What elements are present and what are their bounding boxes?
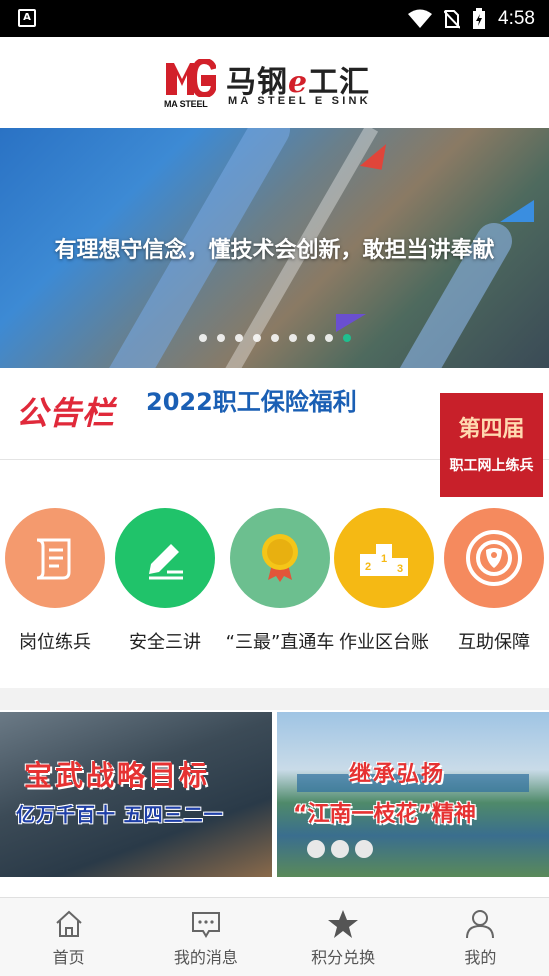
tab-messages[interactable]: 我的消息 bbox=[137, 898, 274, 976]
grid-item-label: 安全三讲 bbox=[129, 632, 201, 653]
carousel-dot[interactable] bbox=[342, 334, 351, 342]
carousel-indicator[interactable] bbox=[0, 334, 549, 342]
shield-icon bbox=[444, 508, 544, 608]
feature-grid: 岗位练兵 安全三讲 “三最”直通车 213 作业区台账 互助保障 bbox=[0, 500, 549, 670]
tab-label: 积分兑换 bbox=[311, 948, 376, 967]
grid-item-work-ledger[interactable]: 213 作业区台账 bbox=[324, 500, 444, 654]
battery-charging-icon bbox=[473, 7, 486, 29]
carousel-dot[interactable] bbox=[306, 334, 315, 342]
accessibility-notification-icon: A bbox=[18, 9, 36, 27]
logo-mark-text: MA STEEL bbox=[164, 99, 208, 109]
training-contest-badge[interactable]: 第四届 职工网上练兵 bbox=[440, 393, 543, 497]
tab-points-exchange[interactable]: 积分兑换 bbox=[275, 898, 412, 976]
feature-title: 继承弘扬 bbox=[349, 762, 446, 787]
feature-subtitle: “江南一枝花”精神 bbox=[293, 802, 476, 827]
grid-item-label: 岗位练兵 bbox=[19, 632, 91, 653]
app-header: MA STEEL 马钢e工汇 MA STEEL E SINK bbox=[0, 37, 549, 128]
carousel-dot[interactable] bbox=[252, 334, 261, 342]
home-icon bbox=[55, 910, 82, 937]
storage-tank-graphic bbox=[331, 840, 349, 858]
banner-decor-triangle bbox=[336, 314, 366, 332]
grid-item-direct-train[interactable]: “三最”直通车 bbox=[220, 500, 340, 654]
clock: 4:58 bbox=[498, 7, 535, 29]
banner-decor-triangle bbox=[500, 200, 534, 222]
tab-profile[interactable]: 我的 bbox=[412, 898, 549, 976]
status-icons: 4:58 bbox=[408, 0, 535, 37]
notice-board-label: 公告栏 bbox=[16, 394, 116, 432]
tab-label: 我的消息 bbox=[173, 948, 238, 967]
podium-icon: 213 bbox=[334, 508, 434, 608]
grid-item-mutual-aid[interactable]: 互助保障 bbox=[434, 500, 549, 654]
status-bar: A 4:58 bbox=[0, 0, 549, 37]
carousel-dot[interactable] bbox=[288, 334, 297, 342]
mg-logo-icon bbox=[166, 57, 218, 99]
svg-text:1: 1 bbox=[381, 553, 387, 565]
banner-decor-triangle bbox=[359, 140, 387, 170]
banner-carousel[interactable]: 有理想守信念，懂技术会创新，敢担当讲奉献 bbox=[0, 128, 549, 368]
message-icon bbox=[191, 912, 220, 938]
carousel-dot[interactable] bbox=[234, 334, 243, 342]
no-sim-icon bbox=[444, 9, 461, 29]
storage-tank-graphic bbox=[355, 840, 373, 858]
feature-card-jiangnan-spirit[interactable]: 继承弘扬 “江南一枝花”精神 bbox=[277, 712, 549, 877]
carousel-dot[interactable] bbox=[216, 334, 225, 342]
masteel-logo-mark: MA STEEL bbox=[164, 57, 218, 109]
grid-item-label: “三最”直通车 bbox=[225, 632, 335, 653]
feature-subtitle: 亿万千百十 五四三二一 bbox=[16, 804, 224, 826]
feature-title: 宝武战略目标 bbox=[24, 759, 211, 792]
app-logo: MA STEEL 马钢e工汇 MA STEEL E SINK bbox=[164, 57, 384, 109]
section-divider bbox=[0, 688, 549, 710]
grid-item-label: 作业区台账 bbox=[339, 632, 429, 653]
svg-text:3: 3 bbox=[397, 563, 403, 575]
badge-subtitle: 职工网上练兵 bbox=[449, 458, 534, 474]
bottom-tab-bar: 首页 我的消息 积分兑换 我的 bbox=[0, 897, 549, 976]
star-icon bbox=[328, 910, 359, 938]
notice-board[interactable]: 公告栏 2022职工保险福利 第四届 职工网上练兵 bbox=[0, 368, 549, 497]
carousel-dot[interactable] bbox=[324, 334, 333, 342]
scroll-icon bbox=[5, 508, 105, 608]
pen-icon bbox=[115, 508, 215, 608]
feature-card-baowu-strategy[interactable]: 宝武战略目标 亿万千百十 五四三二一 bbox=[0, 712, 272, 877]
tab-label: 我的 bbox=[464, 948, 497, 967]
carousel-dot[interactable] bbox=[198, 334, 207, 342]
medal-icon bbox=[230, 508, 330, 608]
notice-headline[interactable]: 2022职工保险福利 bbox=[146, 382, 357, 417]
logo-english-name: MA STEEL E SINK bbox=[228, 95, 371, 107]
grid-item-label: 互助保障 bbox=[458, 632, 530, 653]
svg-text:2: 2 bbox=[365, 561, 371, 573]
carousel-dot[interactable] bbox=[270, 334, 279, 342]
banner-caption: 有理想守信念，懂技术会创新，敢担当讲奉献 bbox=[54, 238, 495, 263]
wifi-icon bbox=[408, 9, 433, 28]
tab-home[interactable]: 首页 bbox=[0, 898, 137, 976]
user-icon bbox=[466, 910, 495, 939]
storage-tank-graphic bbox=[307, 840, 325, 858]
grid-item-safety-talks[interactable]: 安全三讲 bbox=[105, 500, 225, 654]
grid-item-job-training[interactable]: 岗位练兵 bbox=[0, 500, 115, 654]
badge-title: 第四届 bbox=[458, 416, 525, 442]
tab-label: 首页 bbox=[52, 948, 85, 967]
